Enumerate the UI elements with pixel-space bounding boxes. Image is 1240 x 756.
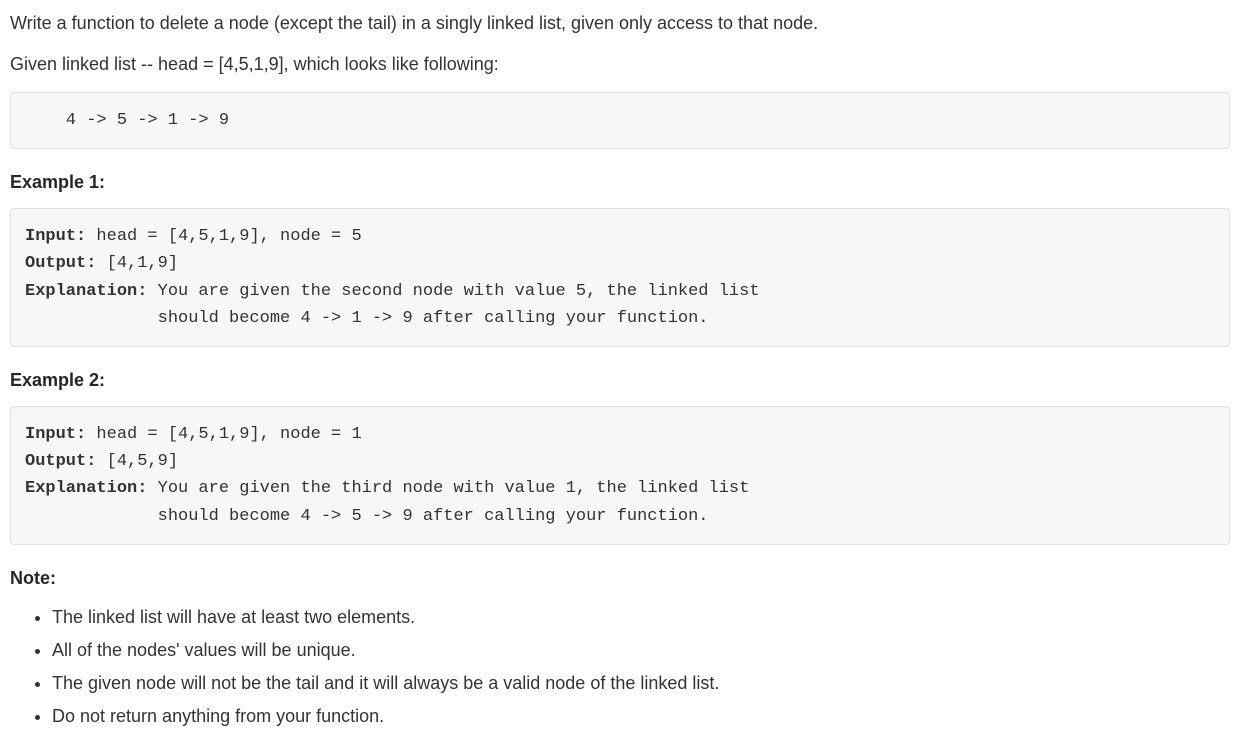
example-1-block: Input: head = [4,5,1,9], node = 5 Output…: [10, 208, 1230, 347]
example-1-output-label: Output:: [25, 254, 96, 273]
example-1-explanation-label: Explanation:: [25, 282, 147, 301]
problem-intro-1: Write a function to delete a node (excep…: [10, 10, 1230, 37]
problem-intro-2: Given linked list -- head = [4,5,1,9], w…: [10, 51, 1230, 78]
example-2-heading: Example 2:: [10, 367, 1230, 394]
example-2-input-label: Input:: [25, 425, 86, 444]
note-heading: Note:: [10, 565, 1230, 592]
example-1-input-value: head = [4,5,1,9], node = 5: [86, 227, 361, 246]
list-item: The given node will not be the tail and …: [52, 670, 1230, 697]
note-list: The linked list will have at least two e…: [10, 604, 1230, 730]
example-2-output-value: [4,5,9]: [96, 452, 178, 471]
example-2-input-value: head = [4,5,1,9], node = 1: [86, 425, 361, 444]
example-1-input-label: Input:: [25, 227, 86, 246]
example-2-block: Input: head = [4,5,1,9], node = 1 Output…: [10, 406, 1230, 545]
example-2-output-label: Output:: [25, 452, 96, 471]
example-1-output-value: [4,1,9]: [96, 254, 178, 273]
list-item: The linked list will have at least two e…: [52, 604, 1230, 631]
example-1-heading: Example 1:: [10, 169, 1230, 196]
linked-list-diagram: 4 -> 5 -> 1 -> 9: [10, 92, 1230, 149]
list-item: All of the nodes' values will be unique.: [52, 637, 1230, 664]
list-item: Do not return anything from your functio…: [52, 703, 1230, 730]
example-2-explanation-label: Explanation:: [25, 479, 147, 498]
